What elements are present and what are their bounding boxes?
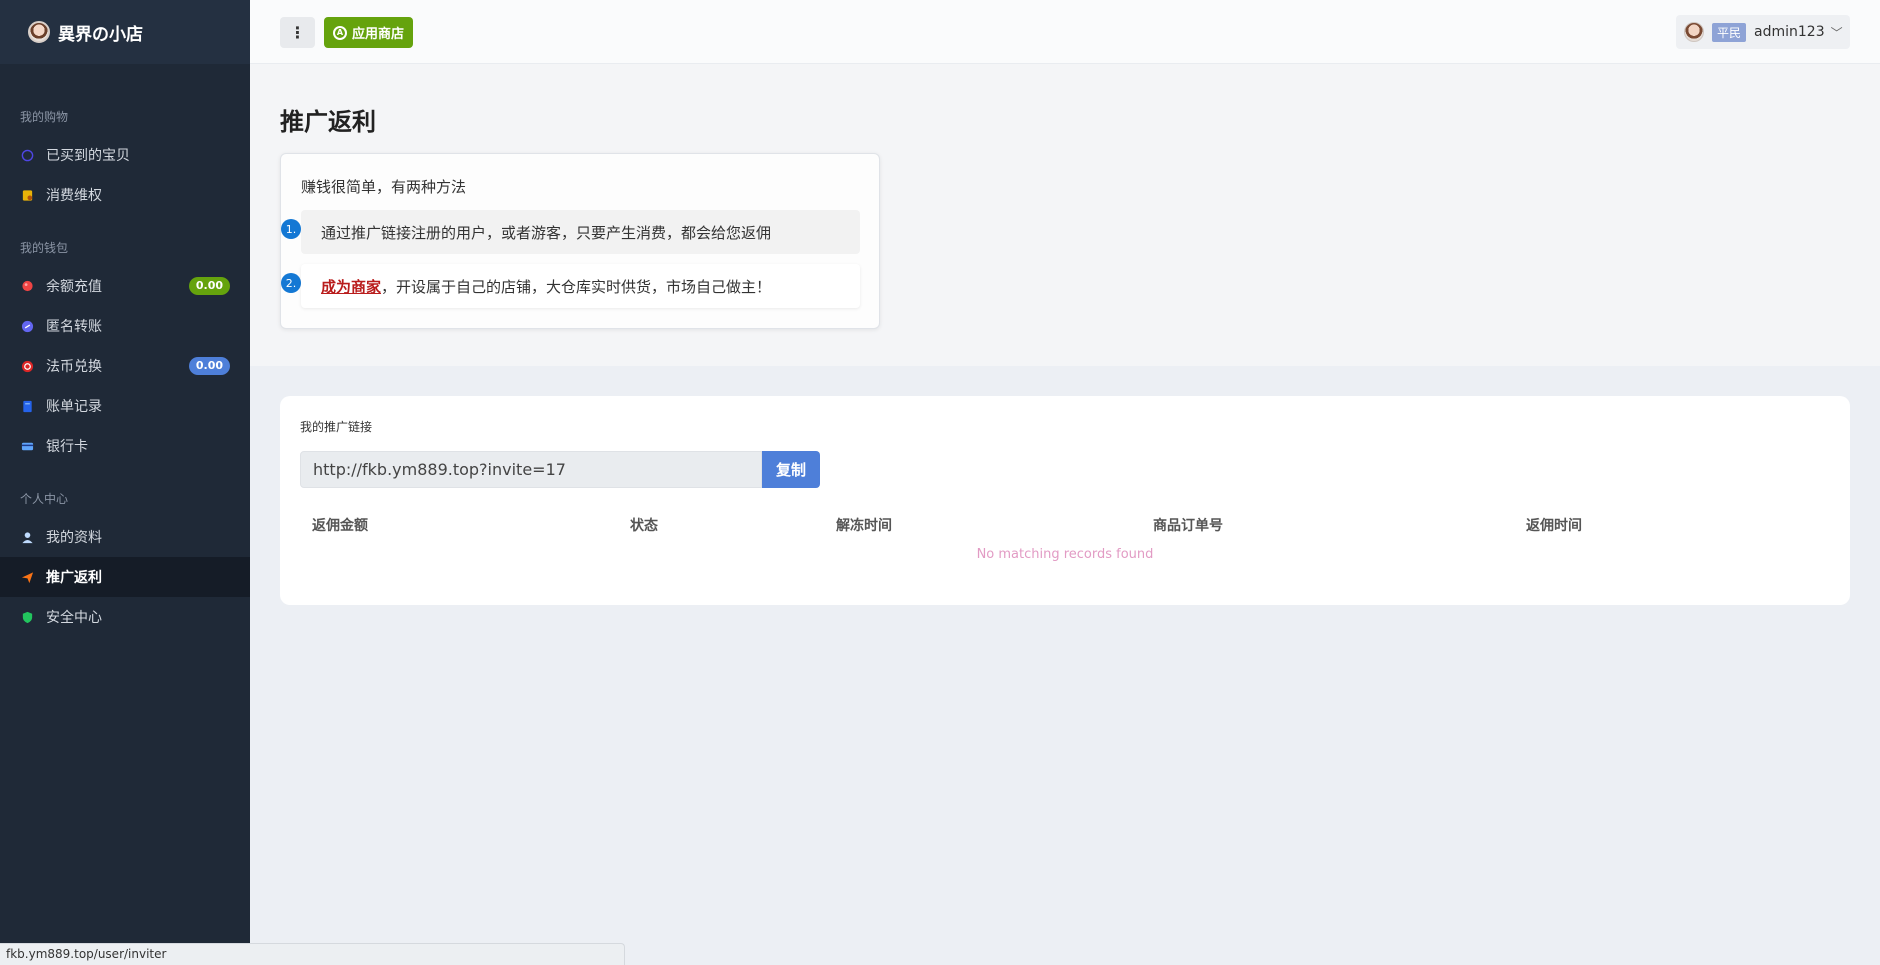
sidebar-item-transfer[interactable]: 匿名转账	[0, 306, 250, 346]
sidebar-item-purchased[interactable]: 已买到的宝贝	[0, 135, 250, 175]
app-store-label: 应用商店	[352, 27, 405, 42]
sidebar-item-label: 消费维权	[46, 188, 102, 204]
sidebar-item-recharge[interactable]: 余额充值 0.00	[0, 266, 250, 306]
sidebar-nav: 我的购物 已买到的宝贝 消费维权 我的钱包 余额充值 0.00 匿名转账 法币兑…	[0, 108, 250, 637]
method-2-text: ，开设属于自己的店铺，大仓库实时供货，市场自己做主！	[381, 277, 772, 296]
sidebar-item-label: 已买到的宝贝	[46, 148, 130, 164]
column-header[interactable]: 商品订单号	[1153, 515, 1223, 535]
step-number-1: 1.	[281, 219, 301, 239]
shield-icon	[20, 610, 34, 624]
column-header[interactable]: 返佣时间	[1526, 515, 1582, 535]
sidebar-item-label: 银行卡	[46, 439, 88, 455]
column-header[interactable]: 状态	[630, 515, 658, 535]
column-header[interactable]: 解冻时间	[836, 515, 892, 535]
method-2: 成为商家 ，开设属于自己的店铺，大仓库实时供货，市场自己做主！	[301, 264, 860, 308]
step-number-2: 2.	[281, 273, 301, 293]
sidebar-item-label: 我的资料	[46, 530, 102, 546]
sidebar-item-label: 法币兑换	[46, 359, 102, 375]
user-role-badge: 平民	[1712, 22, 1747, 42]
sidebar-item-referral[interactable]: 推广返利	[0, 557, 250, 597]
user-name: admin123	[1754, 24, 1825, 40]
browser-status-bar: fkb.ym889.top/user/inviter	[0, 943, 625, 965]
empty-table-message: No matching records found	[976, 547, 1154, 562]
page-title: 推广返利	[280, 108, 376, 136]
exchange-badge: 0.00	[188, 357, 230, 375]
exchange-icon	[20, 359, 34, 373]
sidebar-item-bills[interactable]: 账单记录	[0, 386, 250, 426]
nav-group-title-wallet: 我的钱包	[20, 241, 69, 255]
ticket-icon	[20, 188, 34, 202]
sidebar-item-rights[interactable]: 消费维权	[0, 175, 250, 215]
avatar	[1684, 22, 1704, 42]
sidebar-item-exchange[interactable]: 法币兑换 0.00	[0, 346, 250, 386]
info-lead: 赚钱很简单，有两种方法	[301, 178, 467, 196]
sidebar-item-label: 推广返利	[46, 570, 102, 586]
referral-info-card: 赚钱很简单，有两种方法 1. 通过推广链接注册的用户，或者游客，只要产生消费，都…	[280, 153, 880, 329]
bag-icon	[20, 148, 34, 162]
page-header: 推广返利 赚钱很简单，有两种方法 1. 通过推广链接注册的用户，或者游客，只要产…	[250, 64, 1880, 366]
user-icon	[20, 530, 34, 544]
chevron-down-icon: ﹀	[1830, 25, 1843, 40]
referral-link-input[interactable]	[300, 451, 762, 488]
become-merchant-link[interactable]: 成为商家	[321, 276, 381, 297]
brand[interactable]: 異界の小店	[0, 0, 250, 64]
sidebar: 異界の小店 我的购物 已买到的宝贝 消费维权 我的钱包 余额充值 0.00 匿名…	[0, 0, 250, 965]
sidebar-item-profile[interactable]: 我的资料	[0, 517, 250, 557]
method-1-text: 通过推广链接注册的用户，或者游客，只要产生消费，都会给您返佣	[321, 223, 772, 242]
topbar: ⋮ A 应用商店 平民 admin123 ﹀	[250, 0, 1880, 64]
app-store-button[interactable]: A 应用商店	[324, 17, 414, 48]
copy-button[interactable]: 复制	[762, 451, 820, 488]
bill-icon	[20, 399, 34, 413]
send-icon	[20, 570, 34, 584]
referral-link-card: 我的推广链接 复制 返佣金额 状态 解冻时间 商品订单号 返佣时间 No mat…	[280, 396, 1850, 605]
sidebar-item-bankcard[interactable]: 银行卡	[0, 426, 250, 466]
more-menu-button[interactable]: ⋮	[280, 17, 315, 48]
brand-name: 異界の小店	[58, 24, 143, 45]
card-icon	[20, 439, 34, 453]
nav-group-title-personal: 个人中心	[20, 492, 69, 506]
transfer-icon	[20, 319, 34, 333]
sidebar-item-security[interactable]: 安全中心	[0, 597, 250, 637]
referral-link-label: 我的推广链接	[300, 420, 373, 434]
app-store-icon: A	[333, 25, 347, 40]
column-header[interactable]: 返佣金额	[312, 515, 368, 535]
balloon-icon	[20, 279, 34, 293]
balance-badge: 0.00	[188, 277, 230, 295]
sidebar-item-label: 余额充值	[46, 279, 102, 295]
sidebar-item-label: 安全中心	[46, 610, 102, 626]
nav-group-title-shopping: 我的购物	[20, 110, 69, 124]
brand-logo-icon	[28, 21, 50, 43]
more-vertical-icon: ⋮	[289, 23, 306, 42]
user-menu[interactable]: 平民 admin123 ﹀	[1676, 15, 1850, 49]
method-1: 通过推广链接注册的用户，或者游客，只要产生消费，都会给您返佣	[301, 210, 860, 254]
table-header: 返佣金额 状态 解冻时间 商品订单号 返佣时间	[280, 503, 1850, 543]
sidebar-item-label: 匿名转账	[46, 319, 102, 335]
sidebar-item-label: 账单记录	[46, 399, 102, 415]
